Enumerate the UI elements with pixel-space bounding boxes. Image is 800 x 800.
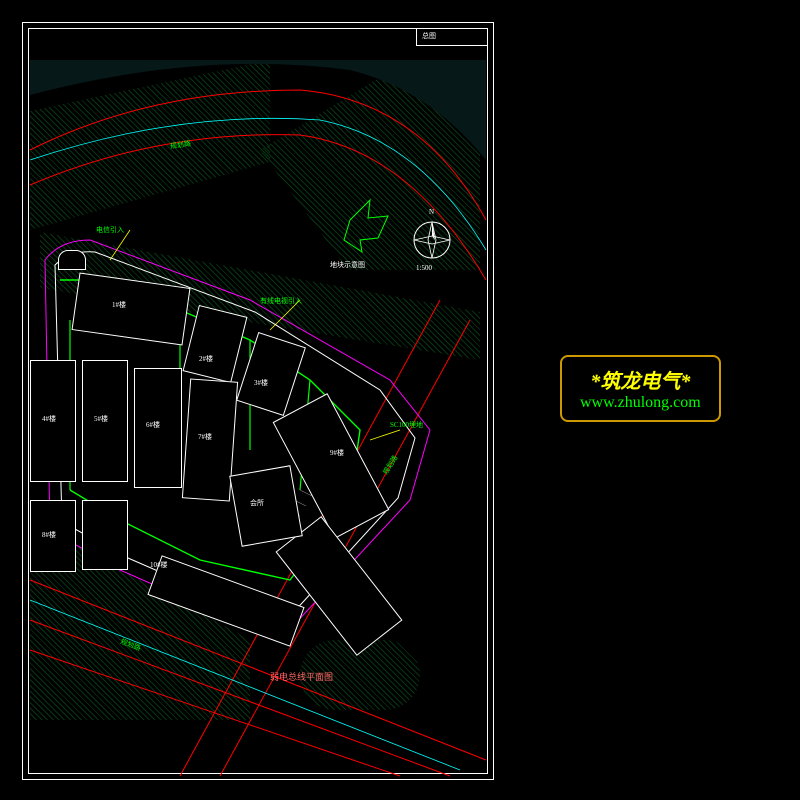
building-hall [229,465,303,547]
compass-icon [410,218,454,262]
watermark-title: *筑龙电气* [580,365,701,394]
lbl-b7: 7#楼 [198,432,212,442]
lbl-b10: 10#楼 [150,560,168,570]
lbl-hall: 会所 [250,498,264,508]
gate [58,250,86,270]
lbl-b6: 6#楼 [146,420,160,430]
lbl-b2: 2#楼 [199,354,213,364]
legend-label: 地块示意图 [330,260,365,270]
building-8b [82,500,128,570]
lbl-b3: 3#楼 [254,378,268,388]
note-1: 电信引入 [96,225,124,235]
watermark-box: *筑龙电气* www.zhulong.com [560,355,721,422]
lbl-b1: 1#楼 [112,300,126,310]
lbl-b4: 4#楼 [42,414,56,424]
lbl-b5: 5#楼 [94,414,108,424]
compass-n: N [429,208,434,216]
note-3: SC100埋地 [390,420,423,430]
plan-title: 弱电总线平面图 [270,670,333,683]
compass-scale: 1:500 [416,264,432,272]
lbl-b9: 9#楼 [330,448,344,458]
watermark-url: www.zhulong.com [580,394,701,412]
lbl-b8: 8#楼 [42,530,56,540]
note-2: 有线电视引入 [260,296,302,306]
